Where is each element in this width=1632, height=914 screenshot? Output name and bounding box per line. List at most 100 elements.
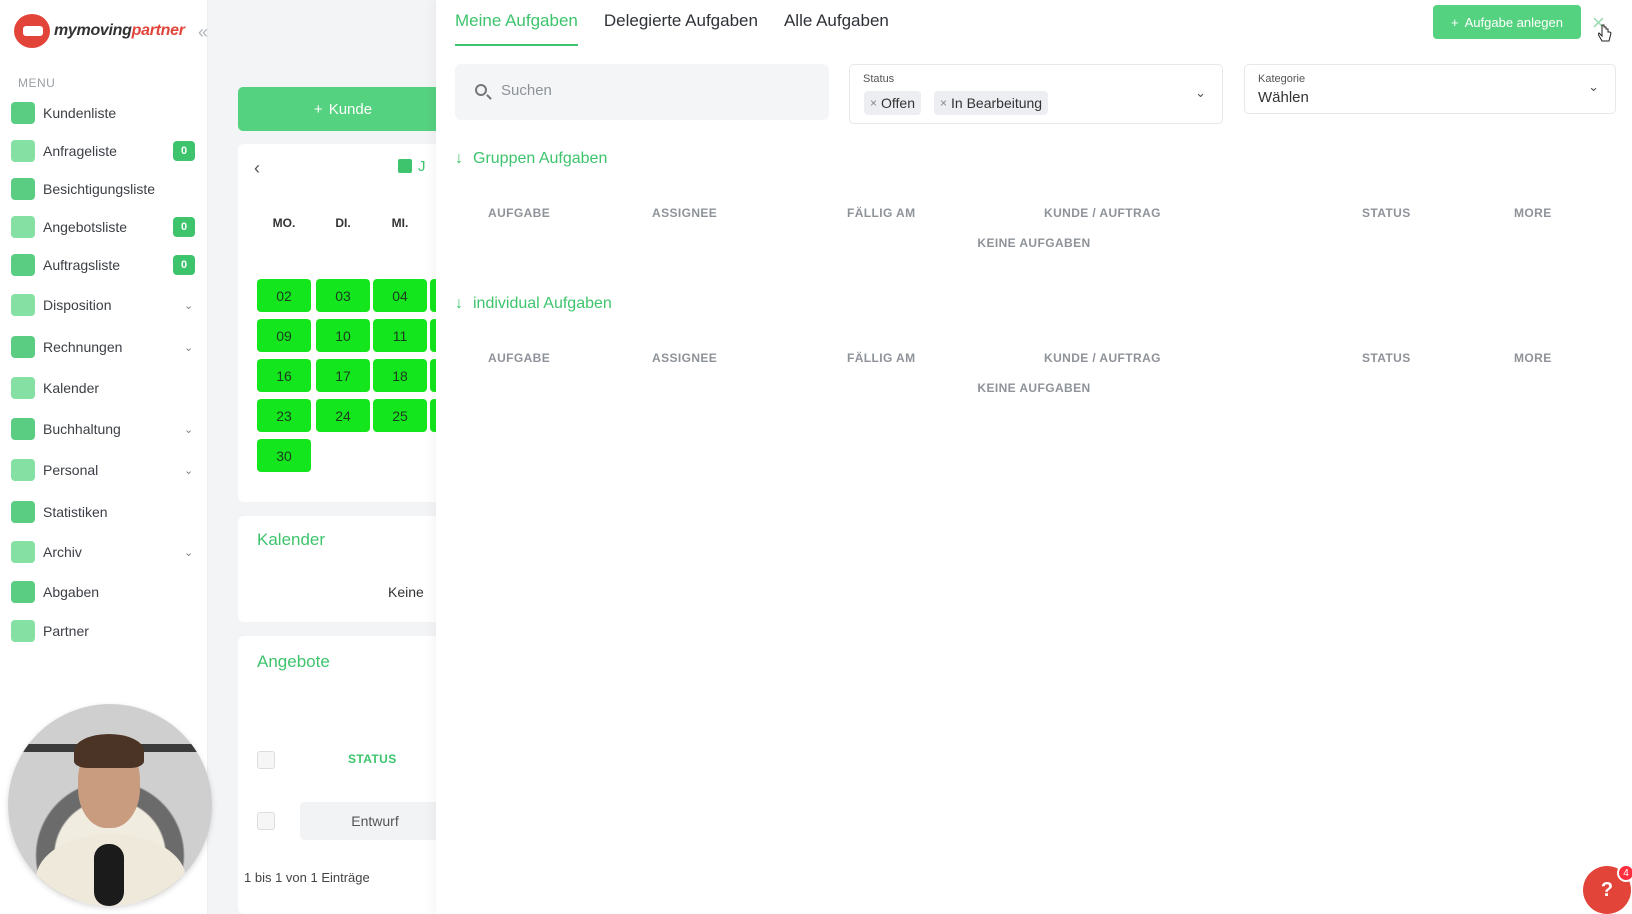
sidebar-item-label: Auftragsliste <box>43 257 121 273</box>
logo[interactable]: mymovingpartner <box>14 14 185 48</box>
sidebar-item-angebotsliste[interactable]: Angebotsliste 0 <box>0 209 208 245</box>
tasks-tabs: Meine Aufgaben Delegierte Aufgaben Alle Au… <box>455 0 889 46</box>
calendar-day[interactable]: 18 <box>373 359 427 392</box>
sidebar-item-statistiken[interactable]: Statistiken <box>0 494 208 530</box>
column-header: AUFGABE <box>488 351 551 365</box>
section-header[interactable]: ↓ Gruppen Aufgaben <box>455 150 607 168</box>
calendar-day[interactable]: 25 <box>373 399 427 432</box>
sidebar-item-auftragsliste[interactable]: Auftragsliste 0 <box>0 247 208 283</box>
remove-chip-icon[interactable]: × <box>870 96 877 110</box>
row-checkbox[interactable] <box>257 812 275 830</box>
arrow-down-icon: ↓ <box>455 150 463 167</box>
chevron-down-icon: ⌄ <box>184 464 194 477</box>
chevron-down-icon: ⌄ <box>184 341 194 354</box>
angebote-status-header: STATUS <box>348 752 397 766</box>
file-icon <box>11 254 35 276</box>
sidebar-item-besichtigungsliste[interactable]: Besichtigungsliste <box>0 171 208 207</box>
kategorie-filter[interactable]: Kategorie Wählen ⌄ <box>1244 64 1616 114</box>
tasks-panel: Meine Aufgaben Delegierte Aufgaben Alle Au… <box>436 0 1632 914</box>
sidebar-item-kalender[interactable]: Kalender <box>0 370 208 406</box>
calendar-icon <box>11 377 35 399</box>
kategorie-filter-label: Kategorie <box>1258 73 1306 85</box>
status-chip-offen: × Offen <box>864 91 922 115</box>
calendar-day[interactable]: 04 <box>373 279 427 312</box>
tab-meine-aufgaben[interactable]: Meine Aufgaben <box>455 0 578 46</box>
sidebar-item-kundenliste[interactable]: Kundenliste <box>0 95 208 131</box>
webcam-overlay <box>8 704 212 906</box>
section-header[interactable]: ↓ individual Aufgaben <box>455 295 612 313</box>
angebote-pagination-info: 1 bis 1 von 1 Einträge <box>244 870 370 885</box>
collapse-sidebar-icon[interactable]: « <box>198 22 208 43</box>
weekday-header: DI. <box>335 216 351 230</box>
calendar-day[interactable]: 10 <box>316 319 370 352</box>
status-chip-label: In Bearbeitung <box>951 95 1043 111</box>
chevron-down-icon: ⌄ <box>184 546 194 559</box>
column-header: FÄLLIG AM <box>847 206 916 220</box>
calendar-day[interactable]: 02 <box>257 279 311 312</box>
sidebar-item-label: Rechnungen <box>43 339 123 355</box>
help-notification-badge: 4 <box>1617 864 1632 882</box>
money-icon <box>11 336 35 358</box>
weekday-header: MI. <box>391 216 409 230</box>
users-icon <box>11 102 35 124</box>
chart-icon <box>11 294 35 316</box>
sidebar-item-personal[interactable]: Personal ⌄ <box>0 452 208 488</box>
sidebar-item-label: Partner <box>43 623 89 639</box>
chevron-down-icon: ⌄ <box>1588 79 1599 94</box>
sidebar-item-archiv[interactable]: Archiv ⌄ <box>0 534 208 570</box>
column-header: MORE <box>1514 206 1552 220</box>
chevron-left-icon[interactable]: ‹ <box>254 158 260 179</box>
kalender-title: Kalender <box>257 530 326 549</box>
calendar-day[interactable]: 17 <box>316 359 370 392</box>
weekday-header: MO. <box>272 216 296 230</box>
share-icon <box>11 581 35 603</box>
empty-state-text: KEINE AUFGABEN <box>977 381 1091 395</box>
calendar-day[interactable]: 16 <box>257 359 311 392</box>
add-kunde-button[interactable]: + Kunde <box>238 87 436 131</box>
tab-delegierte-aufgaben[interactable]: Delegierte Aufgaben <box>604 0 758 46</box>
grid-icon <box>11 418 35 440</box>
sidebar-item-label: Personal <box>43 462 99 478</box>
calendar-day[interactable]: 09 <box>257 319 311 352</box>
house-icon <box>11 178 35 200</box>
section-title: individual Aufgaben <box>473 295 612 312</box>
logo-icon <box>14 14 50 48</box>
sidebar-item-buchhaltung[interactable]: Buchhaltung ⌄ <box>0 411 208 447</box>
sidebar-item-label: Buchhaltung <box>43 421 121 437</box>
calendar-day[interactable]: 23 <box>257 399 311 432</box>
sidebar-item-anfrageliste[interactable]: Anfrageliste 0 <box>0 133 208 169</box>
sidebar-item-abgaben[interactable]: Abgaben <box>0 574 208 610</box>
sidebar-item-rechnungen[interactable]: Rechnungen ⌄ <box>0 329 208 365</box>
sidebar-item-label: Besichtigungsliste <box>43 181 156 197</box>
column-header: KUNDE / AUFTRAG <box>1044 206 1161 220</box>
sidebar-item-label: Abgaben <box>43 584 100 600</box>
remove-chip-icon[interactable]: × <box>940 96 947 110</box>
angebote-row-status: Entwurf <box>300 802 436 840</box>
chevron-down-icon: ⌄ <box>184 423 194 436</box>
tab-alle-aufgaben[interactable]: Alle Aufgaben <box>784 0 889 46</box>
kalender-card: Kalender Keine <box>238 516 436 622</box>
help-icon: ? <box>1600 878 1614 901</box>
count-badge: 0 <box>173 255 195 275</box>
column-header: STATUS <box>1362 351 1411 365</box>
sidebar-item-label: Kalender <box>43 380 100 396</box>
add-task-button[interactable]: + Aufgabe anlegen <box>1433 5 1581 39</box>
select-all-checkbox[interactable] <box>257 751 275 769</box>
calendar-day[interactable]: 03 <box>316 279 370 312</box>
calendar-day[interactable]: 11 <box>373 319 427 352</box>
angebote-title: Angebote <box>257 652 330 671</box>
search-input[interactable] <box>501 82 801 99</box>
status-chip-label: Offen <box>881 95 916 111</box>
sidebar-item-label: Disposition <box>43 297 112 313</box>
calendar-day[interactable]: 24 <box>316 399 370 432</box>
sidebar-item-disposition[interactable]: Disposition ⌄ <box>0 287 208 323</box>
sidebar-item-partner[interactable]: Partner <box>0 613 208 649</box>
plus-icon: + <box>1451 14 1459 30</box>
stats-icon <box>11 501 35 523</box>
column-header: FÄLLIG AM <box>847 351 916 365</box>
status-chip-in-bearbeitung: × In Bearbeitung <box>934 91 1049 115</box>
status-filter[interactable]: Status × Offen × In Bearbeitung ⌄ <box>849 64 1223 124</box>
mouse-cursor-icon <box>1598 24 1612 42</box>
search-box <box>455 64 829 120</box>
calendar-day[interactable]: 30 <box>257 439 311 472</box>
